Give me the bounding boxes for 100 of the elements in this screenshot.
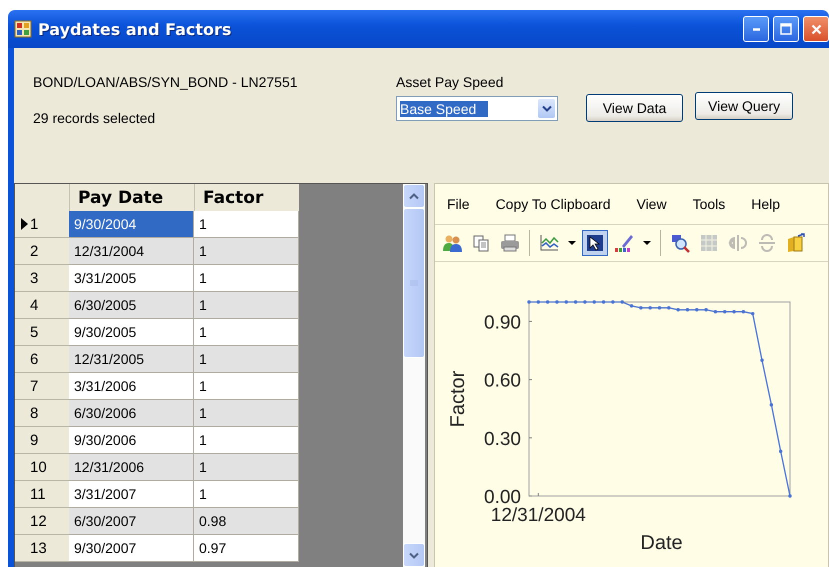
- data-point: [686, 308, 690, 312]
- data-point: [770, 403, 774, 407]
- view-button[interactable]: View Query: [695, 92, 794, 120]
- data-point: [714, 310, 718, 314]
- data-point: [611, 300, 615, 304]
- x-tick-label: 12/31/2004: [490, 505, 586, 526]
- row-number: 11: [30, 486, 46, 502]
- table-cell[interactable]: 1: [194, 292, 299, 319]
- table-cell[interactable]: 6/30/2005: [69, 292, 194, 319]
- table-cell[interactable]: 1: [194, 211, 299, 238]
- data-point: [676, 308, 680, 312]
- table-cell[interactable]: 1: [194, 427, 299, 454]
- y-tick-label: 0.90: [484, 312, 521, 334]
- table-cell[interactable]: 3/31/2005: [69, 265, 194, 292]
- table-cell[interactable]: 1: [194, 319, 299, 346]
- table-cell[interactable]: 3/31/2006: [69, 373, 194, 400]
- table-cell[interactable]: 1: [194, 373, 299, 400]
- column-header[interactable]: Pay Date: [69, 184, 194, 213]
- table-cell[interactable]: 9/30/2006: [69, 427, 194, 454]
- close-button[interactable]: [803, 16, 829, 42]
- table-cell[interactable]: 6/30/2007: [69, 508, 194, 535]
- data-point: [583, 300, 587, 304]
- data-point: [574, 300, 578, 304]
- y-tick-label: 0.00: [484, 487, 521, 508]
- data-point: [564, 300, 568, 304]
- data-point: [546, 300, 550, 304]
- row-header[interactable]: 4: [15, 292, 69, 319]
- row-header[interactable]: 11: [15, 481, 69, 508]
- table-cell[interactable]: 12/31/2004: [69, 238, 194, 265]
- menu-item[interactable]: Help: [751, 196, 780, 212]
- data-point: [527, 300, 531, 304]
- menu-item[interactable]: Copy To Clipboard: [496, 196, 610, 212]
- pay-speed-dropdown[interactable]: Base Speed: [396, 96, 558, 121]
- data-point: [778, 450, 782, 454]
- row-header[interactable]: 5: [15, 319, 69, 346]
- table-cell[interactable]: 0.97: [194, 535, 299, 562]
- table-cell[interactable]: 3/31/2007: [69, 481, 194, 508]
- y-tick-label: 0.30: [484, 428, 521, 450]
- data-point: [742, 310, 746, 314]
- data-point: [760, 358, 764, 362]
- row-number: 1: [30, 216, 38, 232]
- data-point: [723, 310, 726, 314]
- pay-speed-label: Asset Pay Speed: [396, 74, 504, 90]
- minimize-icon: [752, 28, 760, 30]
- row-header[interactable]: 1: [15, 211, 69, 238]
- row-header[interactable]: 8: [15, 400, 69, 427]
- menu-item[interactable]: View: [636, 196, 667, 212]
- view-button[interactable]: View Data: [586, 94, 683, 122]
- vertical-scrollbar[interactable]: [403, 184, 425, 567]
- data-point: [602, 300, 606, 304]
- maximize-button[interactable]: [773, 16, 799, 42]
- row-number: 13: [30, 540, 47, 556]
- row-number: 2: [30, 242, 38, 260]
- menu-item[interactable]: File: [447, 196, 470, 212]
- table-cell[interactable]: 1: [194, 346, 299, 373]
- data-point: [630, 304, 634, 308]
- table-cell[interactable]: 1: [194, 481, 299, 508]
- table-cell[interactable]: 12/31/2005: [69, 346, 194, 373]
- column-header[interactable]: Factor: [194, 184, 299, 213]
- menu-item[interactable]: Tools: [692, 196, 726, 212]
- row-header[interactable]: 9: [15, 427, 69, 454]
- y-axis-label: Factor: [447, 370, 469, 428]
- row-header[interactable]: 13: [15, 535, 69, 562]
- row-number: 3: [30, 270, 38, 286]
- table-cell[interactable]: 9/30/2004: [69, 211, 194, 238]
- minimize-button[interactable]: [743, 16, 769, 42]
- table-cell[interactable]: 9/30/2005: [69, 319, 194, 346]
- data-point: [667, 306, 671, 310]
- data-point: [536, 300, 540, 304]
- data-point: [620, 300, 624, 304]
- chevron-up-icon: [409, 192, 419, 200]
- row-number: 7: [30, 378, 38, 394]
- table-cell[interactable]: 0.98: [194, 508, 299, 535]
- row-number: 12: [30, 512, 47, 530]
- table-cell[interactable]: 1: [194, 400, 299, 427]
- current-row-icon: [21, 218, 28, 230]
- row-number: 4: [30, 296, 38, 314]
- table-cell[interactable]: 6/30/2006: [69, 400, 194, 427]
- data-point: [695, 308, 698, 312]
- row-header[interactable]: 6: [15, 346, 69, 373]
- grip-icon: [410, 280, 418, 286]
- row-number: 9: [30, 432, 38, 448]
- data-point: [555, 300, 559, 304]
- row-header[interactable]: 7: [15, 373, 69, 400]
- close-icon: [810, 24, 822, 34]
- row-header[interactable]: 3: [15, 265, 69, 292]
- table-cell[interactable]: 1: [194, 265, 299, 292]
- table-cell[interactable]: 12/31/2006: [69, 454, 194, 481]
- corner-header: [15, 184, 69, 213]
- table-cell[interactable]: 1: [194, 454, 299, 481]
- row-number: 8: [30, 404, 38, 422]
- data-point: [732, 310, 736, 314]
- maximize-icon: [780, 23, 792, 35]
- row-header[interactable]: 2: [15, 238, 69, 265]
- records-count-label: 29 records selected: [33, 110, 156, 126]
- table-cell[interactable]: 1: [194, 238, 299, 265]
- row-header[interactable]: 12: [15, 508, 69, 535]
- row-header[interactable]: 10: [15, 454, 69, 481]
- table-cell[interactable]: 9/30/2007: [69, 535, 194, 562]
- y-tick-label: 0.60: [484, 370, 521, 392]
